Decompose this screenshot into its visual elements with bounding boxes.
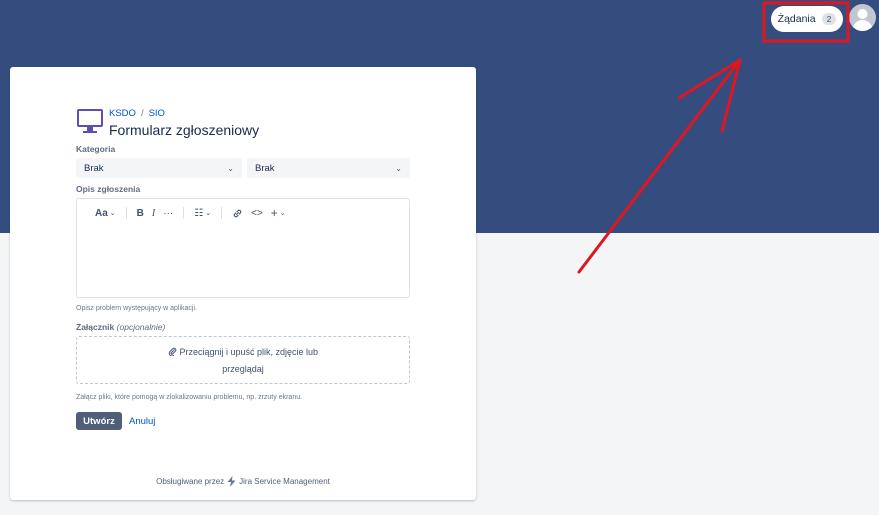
link-button[interactable] xyxy=(232,208,243,219)
breadcrumb: KSDO / SIO xyxy=(109,108,165,119)
requests-count-badge: 2 xyxy=(821,13,837,25)
attachment-dropzone[interactable]: Przeciągnij i upuść plik, zdjęcie lub pr… xyxy=(76,336,410,384)
toolbar-divider xyxy=(221,207,223,219)
requests-button[interactable]: Żądania 2 xyxy=(771,6,843,32)
toolbar-divider xyxy=(125,207,127,219)
description-help-text: Opisz problem występujący w aplikacji. xyxy=(76,305,197,312)
breadcrumb-sio[interactable]: SIO xyxy=(149,108,165,119)
chevron-down-icon: ⌄ xyxy=(109,210,116,217)
plus-icon: + xyxy=(270,206,278,220)
attachment-label: Załącznik (opcjonalnie) xyxy=(76,322,165,332)
browse-link[interactable]: przeglądaj xyxy=(77,364,409,374)
dropzone-instructions: Przeciągnij i upuść plik, zdjęcie lub xyxy=(77,347,409,358)
list-button[interactable]: ☷ ⌄ xyxy=(194,208,211,219)
attachment-label-text: Załącznik xyxy=(76,322,115,332)
attachment-help-text: Załącz pliki, które pomogą w zlokalizowa… xyxy=(76,394,303,401)
user-icon xyxy=(852,9,873,31)
create-button[interactable]: Utwórz xyxy=(76,412,122,430)
page-title: Formularz zgłoszeniowy xyxy=(109,122,260,138)
description-editor[interactable]: Aa ⌄ B I ··· ☷ ⌄ <> + ⌄ xyxy=(76,198,410,298)
powered-by-text: Obsługiwane przez xyxy=(156,477,225,486)
lightning-icon xyxy=(227,476,236,487)
paperclip-icon xyxy=(168,347,177,358)
requests-label: Żądania xyxy=(777,13,816,25)
category-select-1[interactable]: Brak ⌄ xyxy=(76,158,242,178)
description-label: Opis zgłoszenia xyxy=(76,184,141,194)
chevron-down-icon: ⌄ xyxy=(205,210,212,217)
chevron-down-icon: ⌄ xyxy=(227,163,234,173)
category-select-2-value: Brak xyxy=(255,162,275,174)
powered-by-footer: Obsługiwane przez Jira Service Managemen… xyxy=(10,476,476,487)
product-name[interactable]: Jira Service Management xyxy=(239,477,330,486)
bold-button[interactable]: B xyxy=(137,208,144,219)
text-style-label: Aa xyxy=(95,207,108,219)
more-formatting-button[interactable]: ··· xyxy=(163,208,173,219)
breadcrumb-separator: / xyxy=(140,108,144,119)
category-select-1-value: Brak xyxy=(84,162,104,174)
insert-button[interactable]: + ⌄ xyxy=(271,206,286,220)
link-icon xyxy=(233,209,242,217)
chevron-down-icon: ⌄ xyxy=(279,210,286,217)
editor-toolbar: Aa ⌄ B I ··· ☷ ⌄ <> + ⌄ xyxy=(95,206,286,220)
monitor-icon xyxy=(77,109,103,133)
cancel-button[interactable]: Anuluj xyxy=(129,412,155,430)
toolbar-divider xyxy=(183,207,185,219)
text-style-button[interactable]: Aa ⌄ xyxy=(95,208,116,219)
category-select-2[interactable]: Brak ⌄ xyxy=(247,158,410,178)
chevron-down-icon: ⌄ xyxy=(395,163,402,173)
code-button[interactable]: <> xyxy=(251,208,263,219)
list-icon: ☷ xyxy=(194,207,204,219)
request-form-card: KSDO / SIO Formularz zgłoszeniowy Katego… xyxy=(10,67,476,500)
italic-button[interactable]: I xyxy=(152,208,155,219)
user-avatar[interactable] xyxy=(849,4,876,31)
attachment-optional-text: (opcjonalnie) xyxy=(116,322,166,332)
breadcrumb-ksdo[interactable]: KSDO xyxy=(109,108,136,119)
category-label: Kategoria xyxy=(76,144,116,154)
dropzone-text: Przeciągnij i upuść plik, zdjęcie lub xyxy=(179,347,319,357)
